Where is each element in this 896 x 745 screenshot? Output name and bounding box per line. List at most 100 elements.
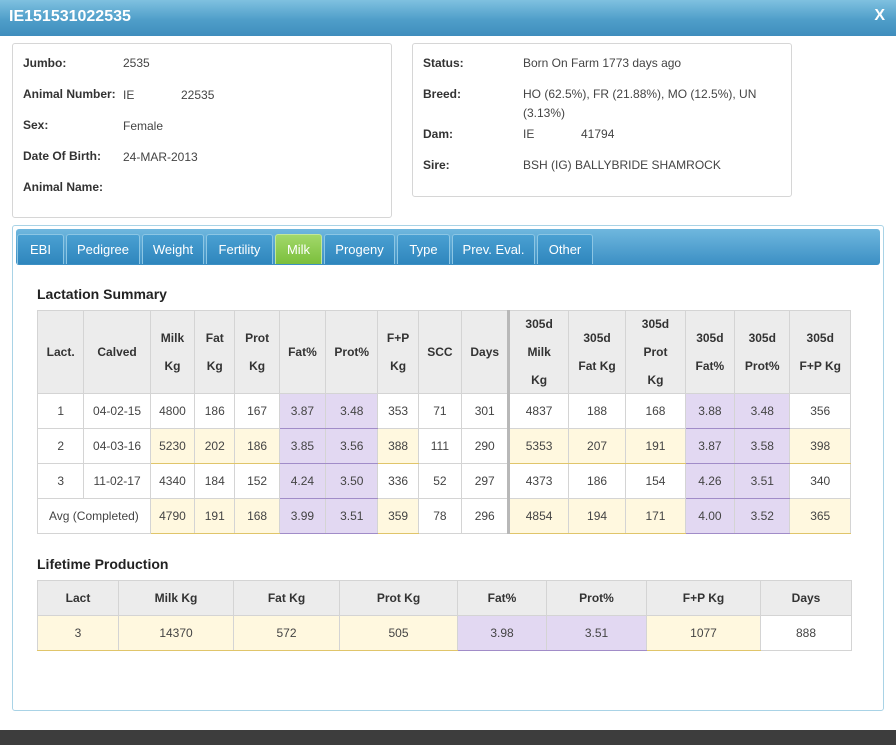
- table-cell: 3.98: [457, 615, 547, 651]
- lifetime-production-table: Lact Milk Kg Fat Kg Prot Kg Fat% Prot% F…: [37, 580, 852, 651]
- table-cell: 359: [377, 498, 419, 534]
- animal-details-modal: IE151531022535 X Jumbo: 2535 Animal Numb…: [0, 0, 896, 730]
- col-header: Lact: [37, 580, 119, 616]
- tab-progeny[interactable]: Progeny: [324, 234, 395, 264]
- col-header: Days: [461, 310, 510, 394]
- animal-number-label: Animal Number:: [23, 87, 116, 101]
- sex-value: Female: [123, 119, 164, 133]
- table-cell: 388: [377, 428, 419, 464]
- col-header: Fat%: [457, 580, 547, 616]
- table-cell: 186: [194, 393, 236, 429]
- table-cell: 3.48: [734, 393, 791, 429]
- table-row: 2 04-03-16 5230 202 186 3.85 3.56 388 11…: [36, 428, 851, 464]
- table-cell: 3.87: [684, 428, 736, 464]
- table-cell: 572: [233, 615, 340, 651]
- table-cell: 207: [567, 428, 627, 464]
- table-cell: 188: [567, 393, 627, 429]
- breed-value-line2: (3.13%): [523, 106, 566, 120]
- table-cell: 186: [567, 463, 627, 499]
- tab-milk[interactable]: Milk: [275, 234, 322, 264]
- avg-label-cell: Avg (Completed): [37, 498, 151, 534]
- table-cell: 152: [234, 463, 280, 499]
- table-cell: 3.87: [278, 393, 327, 429]
- col-header: Fat Kg: [194, 310, 236, 394]
- dob-label: Date Of Birth:: [23, 149, 101, 163]
- col-header: 305d Prot Kg: [625, 310, 686, 394]
- col-header: Fat Kg: [233, 580, 340, 616]
- tabs-panel: EBI Pedigree Weight Fertility Milk Proge…: [12, 225, 884, 711]
- table-cell: 3.52: [734, 498, 791, 534]
- col-header: Prot Kg: [339, 580, 458, 616]
- pedigree-info-box: Status: Born On Farm 1773 days ago Breed…: [412, 43, 792, 197]
- table-header-row: Lact. Calved Milk Kg Fat Kg Prot Kg Fat% Pr…: [36, 310, 851, 394]
- table-cell: 2: [36, 428, 85, 464]
- table-cell: 168: [234, 498, 280, 534]
- table-cell: 168: [625, 393, 686, 429]
- col-header: Lact.: [36, 310, 85, 394]
- col-header: F+P Kg: [646, 580, 761, 616]
- tab-weight[interactable]: Weight: [142, 234, 204, 264]
- table-cell: 3.99: [278, 498, 327, 534]
- table-row: 3 14370 572 505 3.98 3.51 1077 888: [37, 615, 852, 651]
- col-header: Days: [760, 580, 852, 616]
- status-label: Status:: [423, 56, 464, 70]
- col-header: 305d Prot%: [734, 310, 791, 394]
- tab-type[interactable]: Type: [397, 234, 450, 264]
- table-cell: 5230: [149, 428, 196, 464]
- table-cell: 398: [789, 428, 851, 464]
- col-header: Milk Kg: [149, 310, 196, 394]
- table-cell: 3.85: [278, 428, 327, 464]
- table-cell: 3.51: [734, 463, 791, 499]
- table-cell: 4373: [507, 463, 569, 499]
- table-cell: 04-02-15: [83, 393, 151, 429]
- tab-fertility[interactable]: Fertility: [206, 234, 273, 264]
- tab-bar: EBI Pedigree Weight Fertility Milk Proge…: [16, 229, 880, 265]
- table-cell: 111: [417, 428, 463, 464]
- table-cell: 4837: [507, 393, 569, 429]
- table-cell: 340: [789, 463, 851, 499]
- table-cell: 3: [37, 615, 119, 651]
- table-cell: 154: [625, 463, 686, 499]
- table-cell: 297: [461, 463, 510, 499]
- table-cell: 3.58: [734, 428, 791, 464]
- table-cell: 4854: [507, 498, 569, 534]
- col-header: 305d Milk Kg: [507, 310, 569, 394]
- table-cell: 3: [36, 463, 85, 499]
- table-cell: 4340: [149, 463, 196, 499]
- table-row-average: Avg (Completed) 4790 191 168 3.99 3.51 3…: [37, 498, 851, 534]
- col-header: Prot%: [325, 310, 379, 394]
- table-cell: 194: [567, 498, 627, 534]
- sire-value: BSH (IG) BALLYBRIDE SHAMROCK: [523, 158, 721, 172]
- dam-prefix: IE: [523, 127, 535, 141]
- table-cell: 290: [461, 428, 510, 464]
- table-cell: 365: [789, 498, 851, 534]
- col-header: Fat%: [278, 310, 327, 394]
- jumbo-label: Jumbo:: [23, 56, 67, 70]
- table-cell: 5353: [507, 428, 569, 464]
- table-cell: 184: [194, 463, 236, 499]
- sex-label: Sex:: [23, 118, 49, 132]
- status-value: Born On Farm 1773 days ago: [523, 56, 682, 70]
- col-header: Calved: [83, 310, 151, 394]
- tab-other[interactable]: Other: [537, 234, 593, 264]
- breed-label: Breed:: [423, 87, 462, 101]
- dob-value: 24-MAR-2013: [123, 150, 198, 164]
- table-header-row: Lact Milk Kg Fat Kg Prot Kg Fat% Prot% F…: [37, 580, 852, 616]
- table-cell: 356: [789, 393, 851, 429]
- tab-prev-eval[interactable]: Prev. Eval.: [452, 234, 535, 264]
- table-cell: 14370: [118, 615, 234, 651]
- tab-ebi[interactable]: EBI: [17, 234, 64, 264]
- lactation-summary-title: Lactation Summary: [37, 286, 167, 302]
- table-cell: 4.00: [684, 498, 736, 534]
- col-header: Milk Kg: [118, 580, 234, 616]
- table-cell: 353: [377, 393, 419, 429]
- close-button[interactable]: X: [874, 7, 885, 25]
- table-cell: 3.51: [325, 498, 379, 534]
- col-header: Prot%: [546, 580, 647, 616]
- table-cell: 505: [339, 615, 458, 651]
- table-cell: 04-03-16: [83, 428, 151, 464]
- tab-pedigree[interactable]: Pedigree: [66, 234, 140, 264]
- table-cell: 3.48: [325, 393, 379, 429]
- col-header: 305d F+P Kg: [789, 310, 851, 394]
- table-cell: 301: [461, 393, 510, 429]
